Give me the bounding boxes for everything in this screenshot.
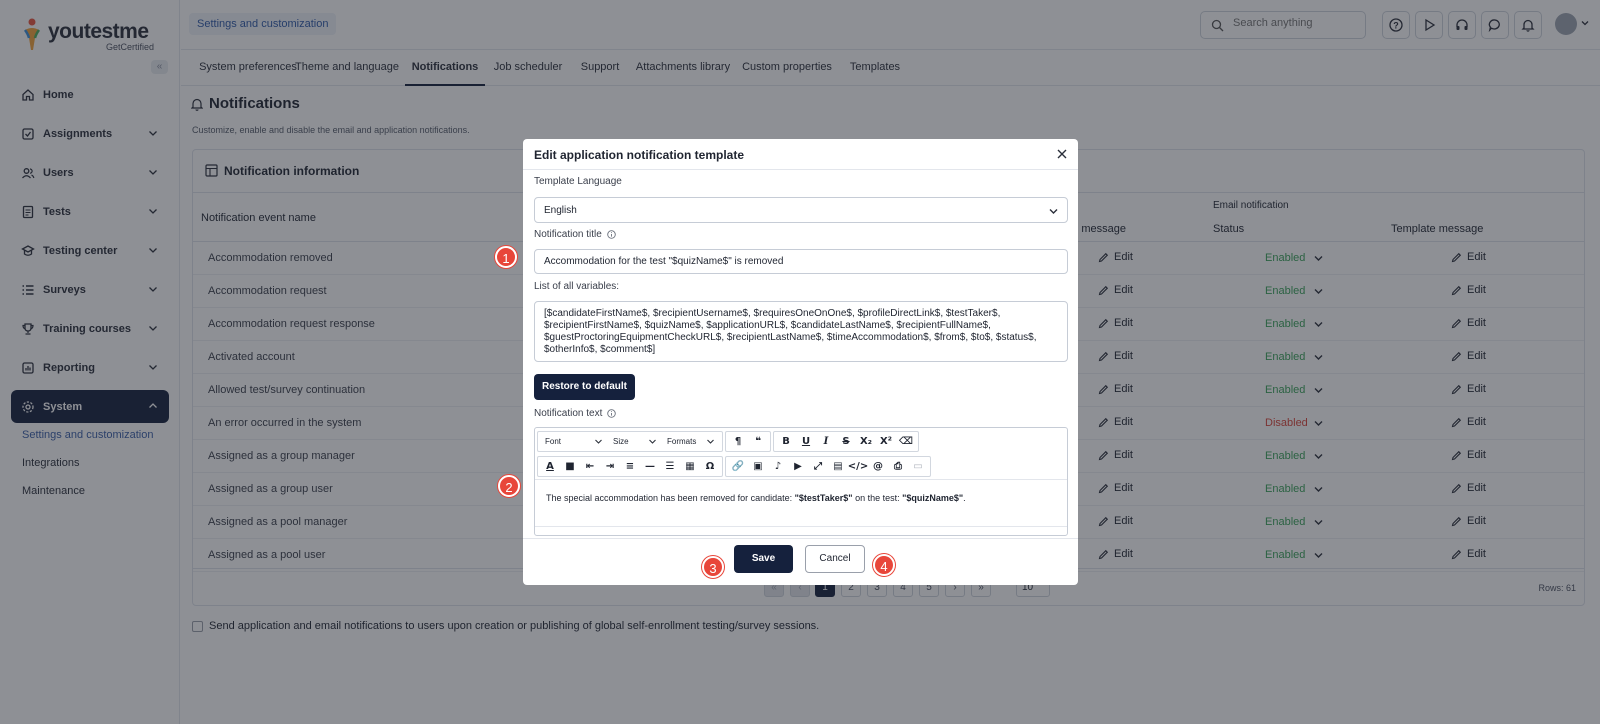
variables-label-text: List of all variables:	[534, 281, 620, 292]
table-icon[interactable]: ▦	[680, 457, 700, 476]
italic-icon[interactable]: I	[816, 432, 836, 451]
editor-dropdown-group: Font Size Formats	[537, 431, 723, 452]
editor-insert-group: 🔗 ▣ ♪ ▶ ⤢ ▤ </> @ ⎙ ▭	[725, 456, 931, 477]
restore-to-default-button[interactable]: Restore to default	[534, 374, 635, 400]
info-icon[interactable]	[607, 230, 616, 239]
save-button[interactable]: Save	[734, 545, 793, 573]
chevron-down-icon	[649, 439, 656, 444]
editor-text-middle: on the test:	[852, 493, 903, 503]
source-code-icon[interactable]: </>	[848, 457, 868, 476]
notification-title-label: Notification title	[534, 229, 616, 240]
variables-textarea[interactable]: [$candidateFirstName$, $recipientUsernam…	[534, 301, 1068, 362]
formats-dropdown-label: Formats	[667, 437, 697, 446]
dialog-footer: Save Cancel	[523, 538, 1078, 585]
template-language-label-text: Template Language	[534, 176, 622, 187]
notification-title-label-text: Notification title	[534, 229, 602, 240]
editor-variable-test-taker: "$testTaker$"	[794, 493, 853, 503]
notification-title-field[interactable]: Accommodation for the test "$quizName$" …	[534, 249, 1068, 274]
editor-block-group: ¶ ❝	[725, 431, 771, 452]
editor-text-suffix: .	[963, 493, 966, 503]
step-marker-1: 1	[495, 246, 517, 268]
outdent-icon[interactable]: ⇤	[580, 457, 600, 476]
superscript-icon[interactable]: X²	[876, 432, 896, 451]
editor-format-group: A ■ ⇤ ⇥ ≡ — ☰ ▦ Ω	[537, 456, 723, 477]
info-icon[interactable]	[607, 409, 617, 418]
print-icon[interactable]: ⎙	[888, 457, 908, 476]
strikethrough-icon[interactable]: S	[836, 432, 856, 451]
special-character-icon[interactable]: Ω	[700, 457, 720, 476]
indent-icon[interactable]: ⇥	[600, 457, 620, 476]
eraser-icon[interactable]: ⌫	[896, 432, 916, 451]
chevron-down-icon	[707, 439, 714, 444]
formats-dropdown[interactable]: Formats	[662, 432, 720, 451]
variables-label: List of all variables:	[534, 281, 619, 292]
bold-icon[interactable]: B	[776, 432, 796, 451]
save-icon[interactable]: ▭	[908, 457, 928, 476]
image-icon[interactable]: ▣	[748, 457, 768, 476]
horizontal-rule-icon[interactable]: —	[640, 457, 660, 476]
editor-status-bar	[535, 526, 1067, 535]
template-language-value: English	[544, 205, 577, 216]
dialog-header: Edit application notification template	[523, 139, 1078, 170]
template-icon[interactable]: ▤	[828, 457, 848, 476]
close-icon[interactable]	[1056, 148, 1068, 160]
notification-text-label-text: Notification text	[534, 408, 603, 419]
subscript-icon[interactable]: X₂	[856, 432, 876, 451]
step-marker-4: 4	[873, 554, 895, 576]
fullscreen-icon[interactable]: ⤢	[808, 457, 828, 476]
numbered-list-icon[interactable]: ☰	[660, 457, 680, 476]
step-marker-3: 3	[702, 556, 724, 578]
underline-icon[interactable]: U	[796, 432, 816, 451]
font-dropdown-label: Font	[545, 437, 562, 446]
align-left-icon[interactable]: ≡	[620, 457, 640, 476]
editor-toolbar-row-1: Font Size Formats ¶ ❝ B U I S X₂ X² ⌫	[537, 430, 1065, 453]
video-icon[interactable]: ▶	[788, 457, 808, 476]
text-color-icon[interactable]: A	[540, 457, 560, 476]
chevron-down-icon	[595, 439, 602, 444]
font-dropdown[interactable]: Font	[540, 432, 608, 451]
notification-text-label: Notification text	[534, 408, 617, 419]
blockquote-icon[interactable]: ❝	[748, 432, 768, 451]
step-marker-2: 2	[498, 475, 520, 497]
link-icon[interactable]: 🔗	[728, 457, 748, 476]
size-dropdown-label: Size	[613, 437, 629, 446]
rich-text-editor: Font Size Formats ¶ ❝ B U I S X₂ X² ⌫ A …	[534, 427, 1068, 536]
template-language-label: Template Language	[534, 176, 622, 187]
editor-toolbar-row-2: A ■ ⇤ ⇥ ≡ — ☰ ▦ Ω 🔗 ▣ ♪ ▶ ⤢ ▤ </> @ ⎙ ▭	[537, 455, 1065, 478]
template-language-select[interactable]: English	[534, 197, 1068, 223]
editor-inline-group: B U I S X₂ X² ⌫	[773, 431, 919, 452]
edit-notification-template-dialog: Edit application notification template T…	[523, 139, 1078, 585]
background-color-icon[interactable]: ■	[560, 457, 580, 476]
chevron-down-icon	[1049, 209, 1058, 214]
size-dropdown[interactable]: Size	[608, 432, 662, 451]
editor-text-prefix: The special accommodation has been remov…	[546, 493, 795, 503]
mention-icon[interactable]: @	[868, 457, 888, 476]
audio-icon[interactable]: ♪	[768, 457, 788, 476]
editor-content[interactable]: The special accommodation has been remov…	[535, 479, 1067, 525]
cancel-button[interactable]: Cancel	[805, 545, 865, 573]
editor-variable-quiz-name: "$quizName$"	[902, 493, 964, 503]
paragraph-icon[interactable]: ¶	[728, 432, 748, 451]
dialog-title: Edit application notification template	[534, 148, 745, 162]
